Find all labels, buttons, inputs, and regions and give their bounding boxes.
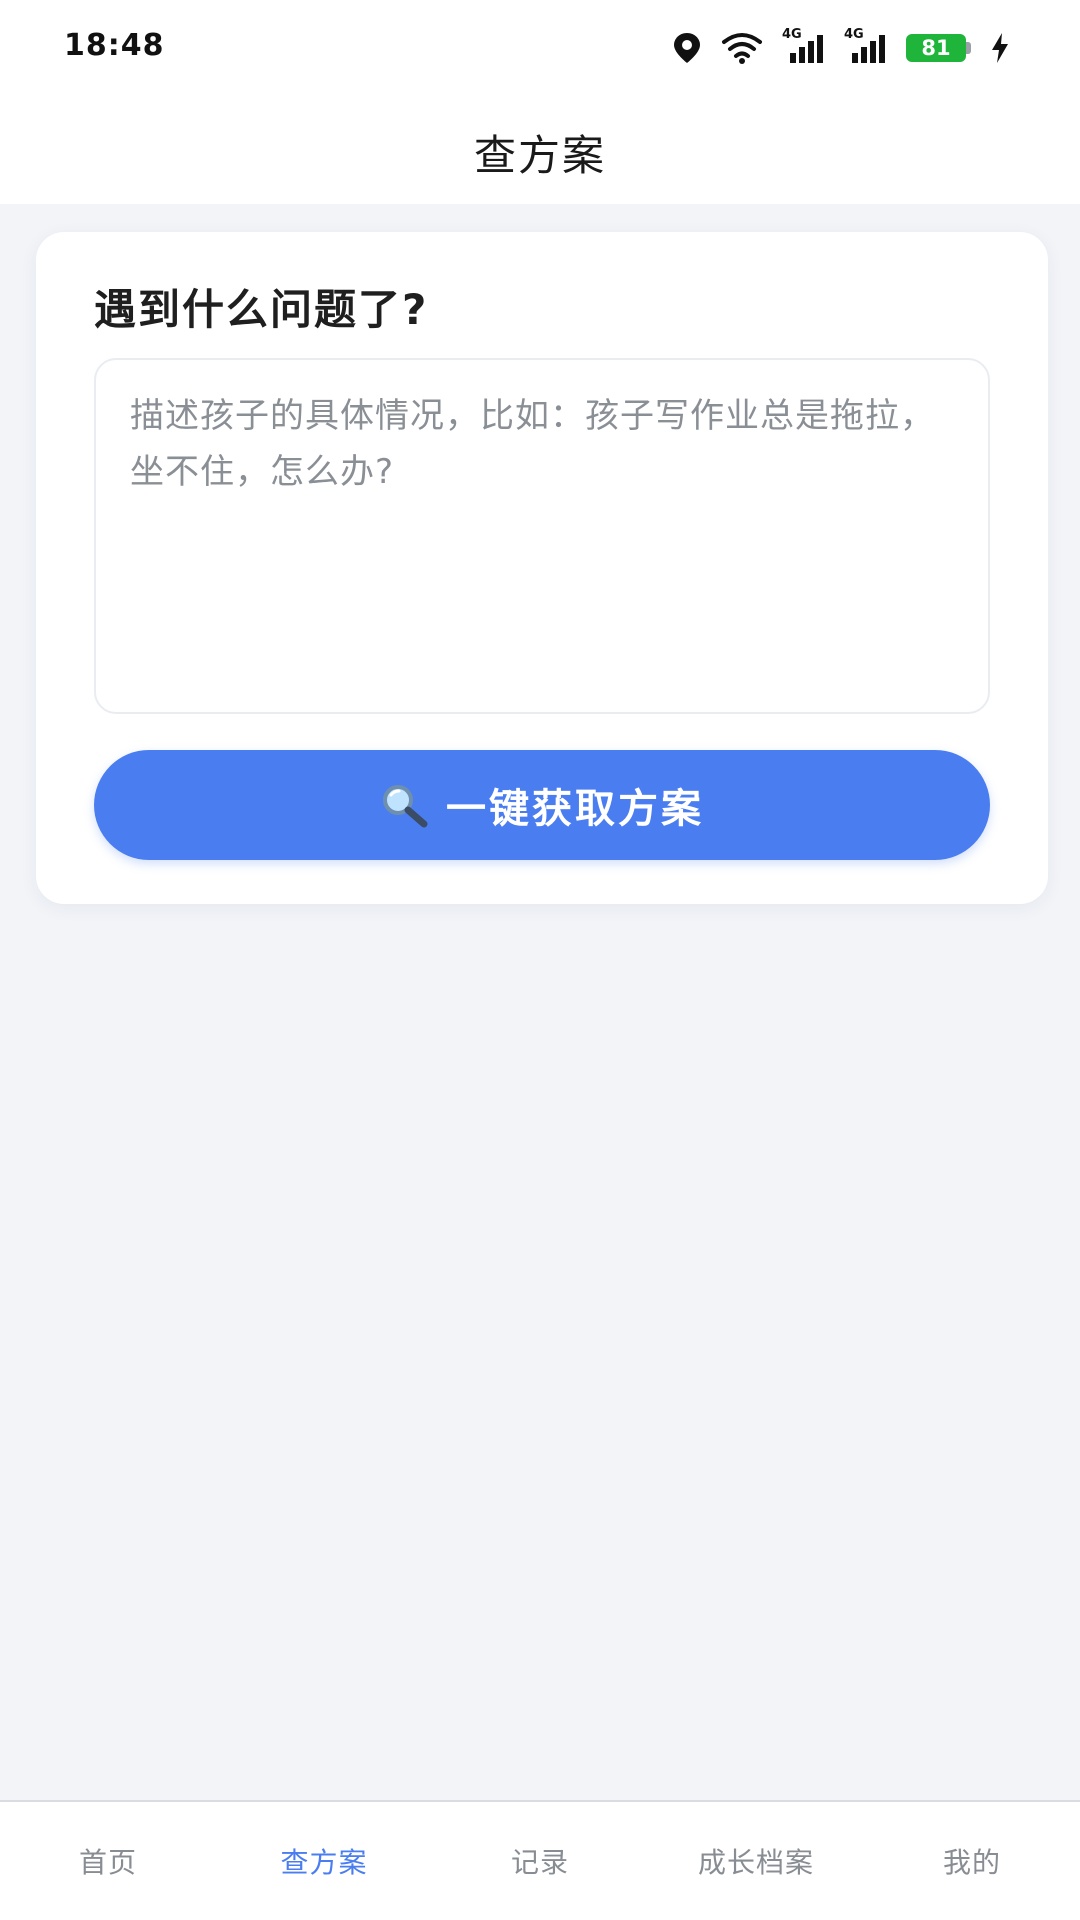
status-time: 18:48 (64, 28, 165, 63)
app-screen: 18:48 4G 4G 81 查方案 遇到什么问题了? 描述孩子的具体情况，比如… (0, 0, 1080, 1920)
location-icon (672, 31, 702, 65)
battery-tip (966, 42, 971, 54)
page-header: 查方案 (0, 100, 1080, 204)
magnifier-icon (380, 782, 430, 828)
charging-icon (990, 32, 1010, 64)
signal-4g-icon: 4G (782, 27, 826, 65)
battery-icon: 81 (906, 33, 972, 63)
get-plan-button[interactable]: 一键获取方案 (94, 750, 990, 860)
nav-item-home[interactable]: 首页 (0, 1802, 216, 1920)
signal-4g-icon: 4G (844, 27, 888, 65)
network-type-label: 4G (844, 27, 864, 42)
page-title: 查方案 (473, 130, 606, 180)
nav-item-mine[interactable]: 我的 (864, 1802, 1080, 1920)
question-heading: 遇到什么问题了? (94, 285, 429, 334)
bottom-nav: 首页 查方案 记录 成长档案 我的 (0, 1800, 1080, 1920)
network-type-label: 4G (782, 27, 802, 42)
wifi-icon (720, 32, 764, 64)
nav-item-growth-profile[interactable]: 成长档案 (648, 1802, 864, 1920)
problem-description-input[interactable] (94, 358, 990, 714)
nav-item-records[interactable]: 记录 (432, 1802, 648, 1920)
battery-level: 81 (906, 34, 966, 62)
plan-query-card: 遇到什么问题了? 一键获取方案 (36, 232, 1048, 904)
status-bar: 18:48 4G 4G 81 (0, 0, 1080, 100)
status-icons: 4G 4G 81 (672, 27, 1010, 68)
get-plan-label: 一键获取方案 (446, 786, 704, 832)
nav-item-find-plan[interactable]: 查方案 (216, 1802, 432, 1920)
